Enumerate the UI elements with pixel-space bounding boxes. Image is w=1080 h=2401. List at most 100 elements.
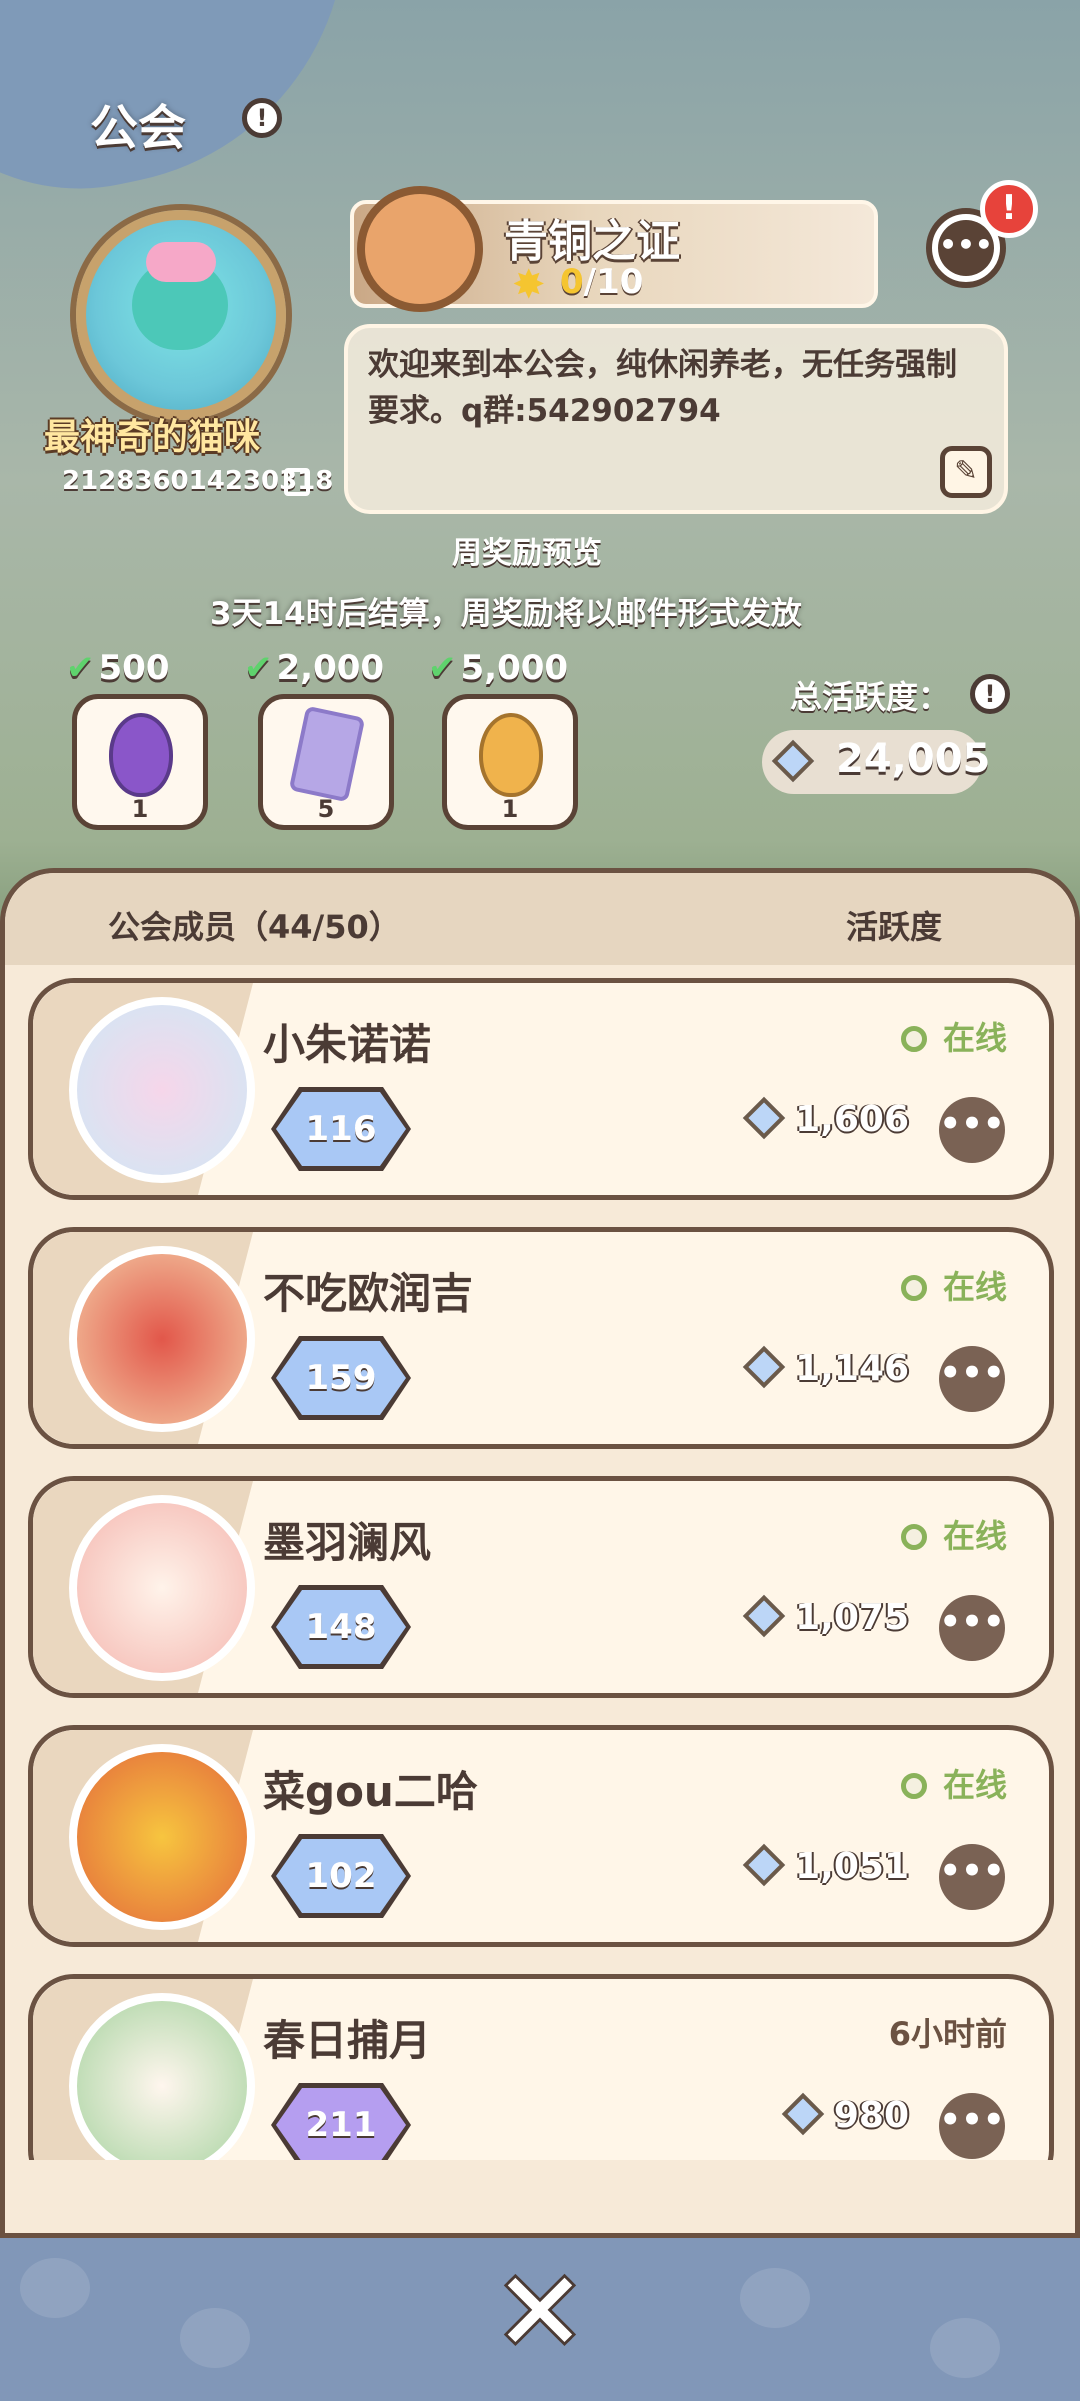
tier-threshold-2: ✔ 2,000 (244, 648, 384, 688)
status-badge: 在线 (900, 1013, 1007, 1059)
bronze-medal-icon (357, 186, 483, 312)
online-dot-icon (900, 1275, 927, 1301)
member-activity: 1,146 (742, 1345, 909, 1389)
tier-threshold-1: ✔ 500 (66, 648, 169, 688)
activity-header-label: 活跃度 (846, 908, 943, 946)
member-row[interactable]: 菜gou二哈 在线 102 1,051 ••• (28, 1725, 1054, 1947)
member-name: 墨羽澜风 (263, 1518, 432, 1567)
copy-icon[interactable] (284, 468, 310, 496)
online-dot-icon (900, 1524, 927, 1550)
info-icon[interactable]: ! (242, 98, 282, 138)
reward-count: 5 (317, 795, 335, 823)
total-activity-label: 总活跃度： (790, 678, 951, 716)
gold-egg-icon (479, 713, 543, 797)
reward-count: 1 (131, 795, 149, 823)
members-header-label: 公会成员（44/50） (108, 908, 401, 946)
weekly-reward-title: 周奖励预览 (452, 536, 602, 571)
diamond-icon (742, 1345, 786, 1389)
member-activity-value: 1,075 (795, 1597, 909, 1638)
reward-slot-3[interactable]: 1 (442, 694, 578, 830)
check-icon: ✔ (244, 648, 273, 688)
reward-count: 1 (501, 795, 519, 823)
alert-badge: ! (980, 180, 1038, 238)
member-activity: 980 (781, 2092, 909, 2136)
member-activity: 1,075 (742, 1594, 909, 1638)
tier-threshold-value: 500 (98, 648, 170, 688)
badge-progress-total: /10 (583, 262, 644, 302)
member-status: 在线 (942, 1268, 1007, 1306)
member-row[interactable]: 春日捕月 6小时前 211 980 ••• (28, 1974, 1054, 2160)
members-list[interactable]: 小朱诺诺 在线 116 1,606 ••• 不吃欧润吉 在线 159 1,146… (0, 960, 1080, 2160)
star-icon: ✸ (512, 262, 546, 308)
tier-threshold-3: ✔ 5,000 (428, 648, 568, 688)
paw-decoration (20, 2258, 90, 2318)
check-icon: ✔ (428, 648, 457, 688)
more-options-button[interactable]: ••• (939, 1844, 1005, 1910)
level-badge: 148 (271, 1585, 411, 1669)
member-status: 6小时前 (888, 2015, 1007, 2053)
member-level: 159 (276, 1341, 406, 1415)
level-badge: 159 (271, 1336, 411, 1420)
close-icon[interactable]: ✕ (490, 2257, 590, 2367)
weekly-reward-subtitle: 3天14时后结算，周奖励将以邮件形式发放 (210, 596, 802, 632)
reward-slot-2[interactable]: 5 (258, 694, 394, 830)
more-icon: ••• (938, 220, 994, 276)
emblem-bow (146, 242, 216, 282)
status-badge: 在线 (900, 1760, 1007, 1806)
member-name: 春日捕月 (263, 2016, 432, 2065)
member-activity-value: 1,146 (795, 1348, 909, 1389)
member-level: 148 (276, 1590, 406, 1664)
level-badge: 116 (271, 1087, 411, 1171)
level-badge: 211 (271, 2083, 411, 2160)
guild-emblem-icon[interactable] (76, 210, 286, 420)
page-title: 公会 (90, 100, 187, 156)
guild-name: 最神奇的猫咪 (44, 417, 261, 458)
check-icon: ✔ (66, 648, 95, 688)
reward-slot-1[interactable]: 1 (72, 694, 208, 830)
paw-decoration (180, 2308, 250, 2368)
member-status: 在线 (942, 1517, 1007, 1555)
diamond-icon (742, 1594, 786, 1638)
badge-progress: 0/10 (560, 262, 643, 302)
avatar[interactable] (69, 1246, 255, 1432)
avatar[interactable] (69, 1744, 255, 1930)
edit-icon[interactable]: ✎ (940, 446, 992, 498)
member-activity: 1,051 (742, 1843, 909, 1887)
member-activity-value: 1,051 (795, 1846, 909, 1887)
diamond-icon (742, 1843, 786, 1887)
more-options-button[interactable]: ••• (939, 1595, 1005, 1661)
status-badge: 6小时前 (889, 2009, 1007, 2055)
tier-threshold-value: 5,000 (460, 648, 569, 688)
online-dot-icon (900, 1773, 927, 1799)
member-status: 在线 (942, 1019, 1007, 1057)
card-icon (288, 705, 366, 803)
announcement-text: 欢迎来到本公会，纯休闲养老，无任务强制要求。q群:542902794 (368, 347, 957, 429)
member-row[interactable]: 不吃欧润吉 在线 159 1,146 ••• (28, 1227, 1054, 1449)
member-name: 菜gou二哈 (263, 1767, 478, 1816)
member-level: 102 (276, 1839, 406, 1913)
member-name: 不吃欧润吉 (263, 1269, 474, 1318)
member-activity-value: 1,606 (795, 1099, 909, 1140)
level-badge: 102 (271, 1834, 411, 1918)
member-level: 116 (276, 1092, 406, 1166)
member-activity-value: 980 (833, 2095, 909, 2136)
member-level: 211 (276, 2088, 406, 2160)
avatar[interactable] (69, 997, 255, 1183)
diamond-icon (742, 1096, 786, 1140)
more-options-button[interactable]: ••• (939, 1346, 1005, 1412)
paw-decoration (740, 2268, 810, 2328)
status-badge: 在线 (900, 1511, 1007, 1557)
member-row[interactable]: 小朱诺诺 在线 116 1,606 ••• (28, 978, 1054, 1200)
more-options-button[interactable]: ••• (939, 1097, 1005, 1163)
info-icon[interactable]: ! (970, 674, 1010, 714)
member-name: 小朱诺诺 (263, 1020, 432, 1069)
badge-progress-current: 0 (560, 262, 584, 302)
purple-egg-icon (109, 713, 173, 797)
diamond-icon (781, 2092, 825, 2136)
member-row[interactable]: 墨羽澜风 在线 148 1,075 ••• (28, 1476, 1054, 1698)
status-badge: 在线 (900, 1262, 1007, 1308)
avatar[interactable] (69, 1495, 255, 1681)
total-activity-value: 24,005 (836, 736, 991, 782)
more-options-button[interactable]: ••• (939, 2093, 1005, 2159)
tier-threshold-value: 2,000 (276, 648, 385, 688)
